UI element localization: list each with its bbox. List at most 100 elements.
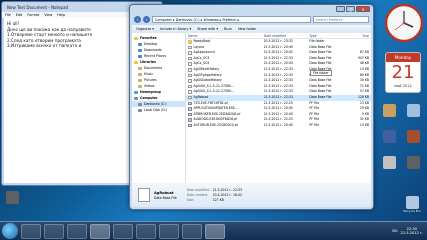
taskbar-buttons	[21, 223, 225, 239]
start-button[interactable]	[2, 223, 18, 239]
file-list-rows: ReadyBoot 20.5.2012 г. 23:32 File folder La…	[186, 39, 371, 129]
file-icon	[188, 84, 192, 89]
back-button[interactable]: ‹	[134, 15, 141, 23]
nav-item-icon	[138, 72, 142, 76]
desktop-icon[interactable]	[402, 156, 424, 180]
notepad-menu-item[interactable]: File	[5, 13, 11, 17]
nav-item-icon	[138, 66, 142, 70]
file-icon	[188, 62, 192, 66]
nav-item-icon	[138, 102, 142, 106]
nav-item-icon	[138, 42, 142, 46]
calendar-weekday: Monday	[386, 53, 420, 62]
file-icon	[188, 118, 192, 122]
desktop-icon[interactable]	[378, 104, 400, 128]
address-bar[interactable]: Computer ▸ Dankovko (C:) ▸ Windows ▸ Pre…	[152, 15, 311, 23]
toolbar-button[interactable]: Include in library ▾	[160, 27, 191, 31]
file-icon	[188, 101, 192, 106]
taskbar-app-button[interactable]	[205, 223, 225, 239]
desktop-icon-image	[406, 130, 420, 143]
nav-item-icon	[138, 84, 142, 88]
size-label: Size:	[186, 198, 195, 202]
date-created-label: Date created:	[186, 193, 208, 197]
file-icon	[188, 56, 192, 61]
desktop-icon-image	[406, 156, 420, 169]
desktop-icon-image	[5, 191, 19, 204]
taskbar-app-button[interactable]	[182, 223, 202, 239]
details-file-type: Data Base File	[154, 195, 177, 200]
language-indicator[interactable]: BG	[392, 229, 397, 233]
file-row[interactable]: AUTORUN.EXE-25CBD0C0.pf 21.5.2012 г. 20:4…	[186, 123, 371, 129]
toolbar-button[interactable]: Organize ▾	[136, 27, 154, 31]
file-icon	[188, 123, 192, 128]
column-header[interactable]: Type	[309, 33, 347, 38]
nav-item-icon	[138, 54, 142, 58]
file-date: 21.5.2012 г. 20:45	[263, 122, 293, 127]
taskbar-app-button[interactable]	[44, 223, 64, 239]
notepad-menu-item[interactable]: View	[44, 13, 52, 17]
tray-date: 21.5.2012 г.	[400, 231, 423, 235]
column-header[interactable]: Name	[186, 33, 264, 38]
nav-item-icon	[134, 96, 138, 100]
navigation-pane: Favorites Desktop Downloads Recent Places Li…	[132, 33, 186, 183]
file-icon	[188, 107, 192, 111]
taskbar-app-button[interactable]	[21, 223, 41, 239]
nav-item-icon	[134, 60, 138, 64]
file-icon	[188, 45, 192, 50]
taskbar-app-button[interactable]	[90, 223, 110, 239]
file-icon	[188, 73, 192, 78]
calendar-month: май 2012	[394, 84, 412, 88]
column-header[interactable]: Date modified	[264, 33, 310, 38]
tray-clock[interactable]: 22:39 21.5.2012 г.	[401, 227, 423, 236]
toolbar-button[interactable]: New folder	[238, 27, 256, 31]
desktop-icon[interactable]	[402, 104, 424, 128]
taskbar-app-button[interactable]	[136, 223, 156, 239]
taskbar: BG 22:39 21.5.2012 г.	[0, 221, 427, 240]
desktop-icon[interactable]	[402, 130, 424, 154]
desktop-icon[interactable]	[1, 191, 23, 215]
search-input[interactable]: Search Prefetch	[313, 15, 369, 23]
nav-item-icon	[134, 36, 138, 40]
date-created-value: 20.4.2012 г. 16:42	[212, 193, 242, 197]
taskbar-app-button[interactable]	[159, 223, 179, 239]
close-button[interactable]: ✕	[356, 6, 370, 12]
recycle-bin-icon[interactable]: Recycle Bin	[401, 196, 423, 220]
tooltip: File folder	[310, 70, 332, 76]
nav-item-icon	[134, 90, 138, 94]
nav-item[interactable]: Local Disk (D:)	[132, 107, 185, 113]
notepad-menu-item[interactable]: Help	[57, 13, 65, 17]
file-icon	[188, 68, 192, 72]
desktop-icon-image	[382, 104, 396, 117]
desktop-icon[interactable]	[378, 156, 400, 180]
file-name: AUTORUN.EXE-25CBD0C0.pf	[193, 122, 238, 127]
folder-icon	[188, 40, 192, 44]
notepad-menu-item[interactable]: Edit	[16, 13, 23, 17]
taskbar-app-button[interactable]	[113, 223, 133, 239]
toolbar-button[interactable]: Share with ▾	[197, 27, 218, 31]
recycle-bin-label: Recycle Bin	[403, 210, 421, 213]
toolbar-button[interactable]: Burn	[224, 27, 232, 31]
clock-center	[402, 21, 406, 25]
desktop-icon[interactable]	[378, 130, 400, 154]
file-icon	[188, 112, 192, 117]
file-icon	[188, 95, 192, 100]
forward-button[interactable]: ›	[143, 15, 150, 23]
column-header[interactable]: Size	[347, 33, 371, 38]
desktop-icon-image	[382, 156, 396, 169]
notepad-menu-item[interactable]: Format	[27, 13, 39, 17]
maximize-button[interactable]: □	[346, 6, 355, 12]
details-grid: Date modified: 21.5.2012 г. 22:33 Date c…	[187, 188, 242, 202]
file-list: Name Date modified Type Size ReadyBoot 20.5.…	[186, 33, 371, 183]
explorer-window[interactable]: – □ ✕ ‹ › Computer ▸ Dankovko (C:) ▸ Win…	[129, 4, 374, 210]
clock-gadget[interactable]	[384, 3, 424, 43]
file-icon	[188, 51, 192, 55]
system-tray: BG 22:39 21.5.2012 г.	[392, 227, 427, 236]
minimize-button[interactable]: –	[336, 6, 345, 12]
file-icon	[188, 90, 192, 94]
file-name-cell: AUTORUN.EXE-25CBD0C0.pf	[186, 123, 264, 129]
calendar-gadget[interactable]: Monday 21 май 2012	[385, 52, 421, 93]
size-value: 127 KB	[212, 198, 224, 202]
nav-item-icon	[138, 108, 142, 112]
notepad-title: New Text Document - Notepad	[7, 4, 69, 10]
nav-item-icon	[138, 48, 142, 52]
taskbar-app-button[interactable]	[67, 223, 87, 239]
